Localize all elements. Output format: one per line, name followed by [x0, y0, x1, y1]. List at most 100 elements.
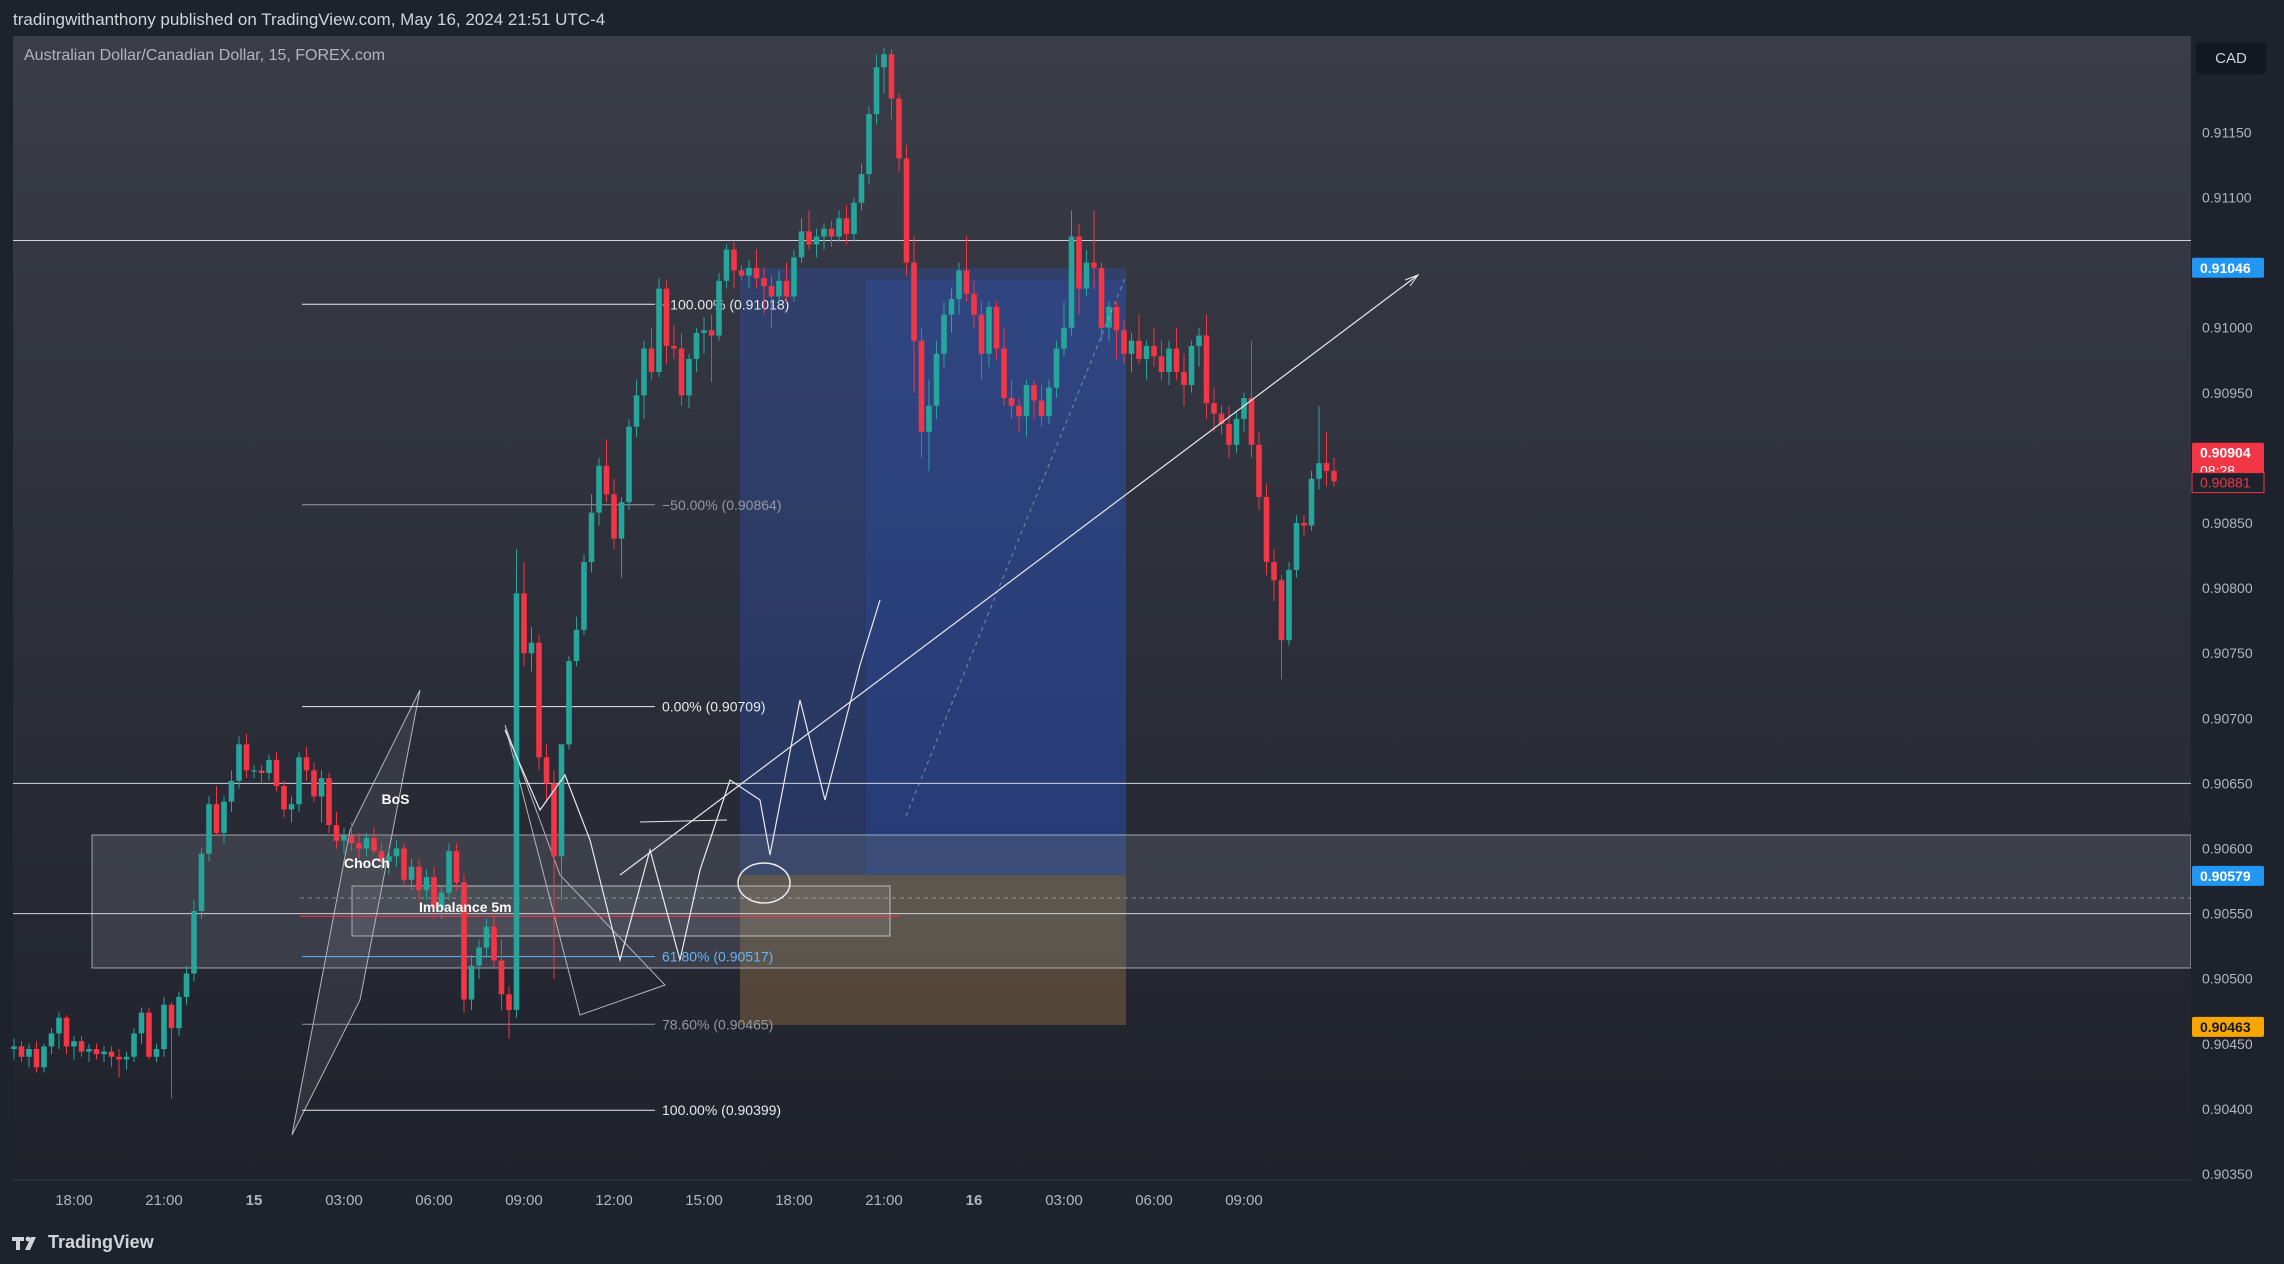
candle-body — [176, 996, 182, 1029]
candle-body — [588, 512, 595, 563]
symbol-title: Australian Dollar/Canadian Dollar, 15, F… — [24, 47, 386, 64]
candle-body — [1256, 444, 1262, 497]
candle-body — [266, 759, 272, 773]
candle-body — [1068, 236, 1075, 328]
candle-body — [723, 249, 730, 281]
candle-body — [693, 332, 700, 359]
candle-body — [746, 267, 752, 276]
candle-body — [1293, 523, 1300, 570]
price-label-text: 0.91046 — [2200, 260, 2251, 276]
candle-body — [948, 299, 955, 315]
x-tick-label: 06:00 — [1135, 1192, 1173, 1209]
candle-body — [491, 926, 497, 961]
candle-body — [1076, 236, 1082, 289]
candle-body — [783, 280, 790, 297]
candle-body — [123, 1056, 130, 1060]
candle — [326, 772, 332, 833]
candle-body — [1173, 348, 1180, 372]
candle-body — [956, 270, 962, 300]
candle — [1293, 515, 1300, 578]
tradingview-logo[interactable]: TradingView — [12, 1232, 154, 1253]
candle-body — [416, 866, 422, 891]
fib-level-label: 0.00% (0.90709) — [662, 699, 766, 715]
candle-body — [1136, 340, 1142, 359]
candle-body — [873, 67, 880, 115]
candle — [461, 874, 467, 1013]
candle-body — [611, 494, 617, 539]
candle-body — [393, 848, 400, 857]
currency-button[interactable]: CAD — [2196, 42, 2266, 74]
candle — [626, 418, 632, 510]
candle-body — [1128, 340, 1135, 354]
candle-body — [303, 757, 310, 771]
candle-body — [48, 1033, 55, 1047]
candle — [236, 736, 242, 789]
candle-body — [348, 835, 355, 844]
candle-body — [1316, 463, 1322, 479]
candle-body — [86, 1049, 92, 1052]
candle-body — [731, 249, 737, 271]
candle-body — [498, 960, 505, 995]
candle-body — [243, 744, 250, 771]
candle-body — [63, 1017, 70, 1047]
candle-body — [1203, 335, 1210, 404]
target-zone — [866, 280, 1126, 875]
candle-body — [836, 218, 842, 237]
fib-level-label: 78.60% (0.90465) — [662, 1016, 773, 1032]
x-tick-label: 09:00 — [505, 1192, 543, 1209]
candle-body — [918, 340, 925, 432]
y-tick-label: 0.90650 — [2202, 775, 2253, 791]
annotation-label: BoS — [382, 791, 410, 807]
candle-body — [356, 843, 362, 849]
price-label: 0.91046 — [2192, 257, 2264, 278]
candle-body — [446, 851, 452, 893]
candle-body — [131, 1033, 137, 1057]
candle-body — [423, 877, 430, 891]
candle-body — [1226, 424, 1232, 445]
candle-body — [963, 270, 970, 294]
candle-body — [161, 1004, 167, 1050]
fib-level-label: 100.00% (0.90399) — [662, 1102, 781, 1118]
price-label-text: 0.90881 — [2200, 475, 2251, 491]
candle-body — [183, 973, 190, 997]
x-tick-label: 03:00 — [325, 1192, 363, 1209]
y-tick-label: 0.90500 — [2202, 971, 2253, 987]
candle-body — [1083, 262, 1090, 289]
candle-body — [138, 1012, 145, 1034]
candle-body — [1031, 384, 1037, 401]
candle-body — [708, 330, 715, 336]
candle-body — [93, 1049, 100, 1055]
candle-body — [1113, 306, 1120, 331]
candle-body — [866, 114, 872, 175]
price-chart[interactable]: −100.00% (0.91018) −50.00% (0.90864) 0.00%… — [0, 0, 2284, 1220]
candle-body — [213, 804, 220, 833]
candle-body — [528, 642, 535, 654]
candle-body — [146, 1012, 152, 1057]
candle-body — [633, 395, 640, 427]
candle-body — [101, 1051, 107, 1055]
candle — [866, 106, 872, 185]
candle-body — [1286, 569, 1292, 641]
candle-body — [978, 314, 985, 354]
candle-body — [483, 926, 490, 948]
candle-body — [341, 835, 347, 841]
candle-body — [401, 848, 407, 880]
candle-body — [686, 358, 692, 396]
y-tick-label: 0.90600 — [2202, 841, 2253, 857]
x-tick-label: 09:00 — [1225, 1192, 1263, 1209]
footer-bar: TradingView — [0, 1220, 2284, 1264]
x-tick-label: 18:00 — [55, 1192, 93, 1209]
candle-body — [1188, 345, 1195, 385]
candle-body — [1016, 405, 1022, 417]
candle-body — [798, 231, 805, 258]
candle-body — [78, 1041, 85, 1052]
candle — [536, 634, 542, 771]
candle — [903, 145, 910, 276]
candle-body — [318, 778, 325, 797]
price-label-text: 0.90579 — [2200, 868, 2251, 884]
candle-body — [1158, 356, 1165, 372]
candle-body — [858, 174, 865, 203]
candle-body — [971, 293, 977, 315]
candle-body — [1061, 327, 1067, 349]
candle-body — [258, 770, 265, 773]
